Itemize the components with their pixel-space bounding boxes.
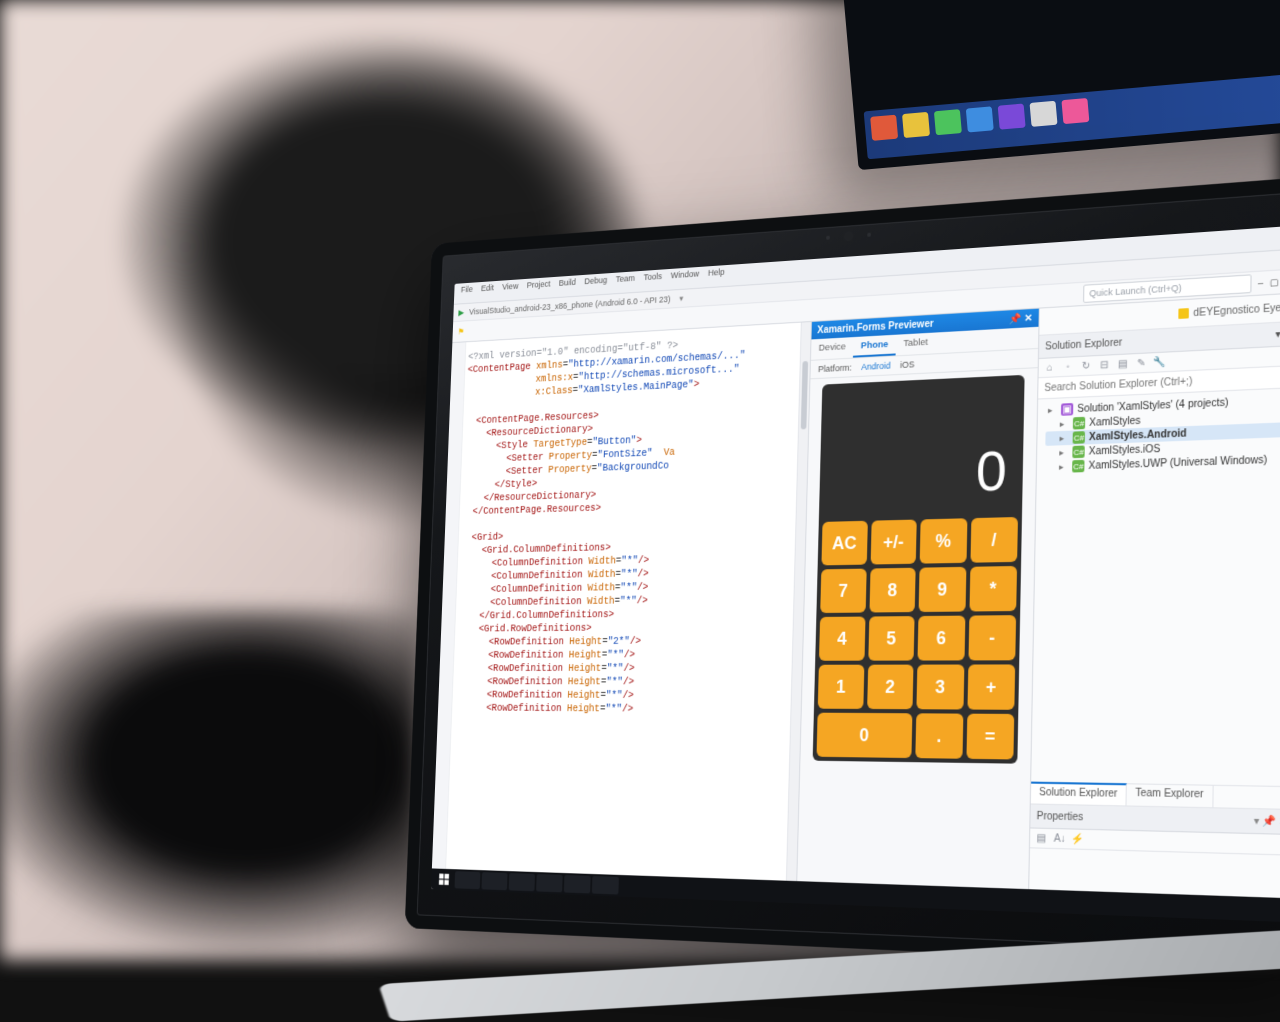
taskbar-app[interactable]: [455, 871, 481, 889]
menu-build[interactable]: Build: [558, 277, 576, 295]
solution-tree[interactable]: ▸▣ Solution 'XamlStyles' (4 projects) ▸C…: [1031, 388, 1280, 786]
key-multiply[interactable]: *: [969, 566, 1017, 612]
taskbar-app[interactable]: [536, 874, 563, 892]
pin-icon[interactable]: ▾ 📌 ✕: [1254, 815, 1280, 828]
tab-solution-explorer[interactable]: Solution Explorer: [1031, 782, 1127, 806]
laptop-screen: File Edit View Project Build Debug Team …: [431, 225, 1280, 922]
taskbar-app[interactable]: [564, 875, 591, 893]
menu-file[interactable]: File: [460, 284, 473, 301]
forms-previewer: Xamarin.Forms Previewer 📌 ✕ Device Phone…: [797, 309, 1040, 899]
tab-device[interactable]: Device: [811, 337, 854, 360]
taskbar-app[interactable]: [481, 872, 507, 890]
menu-window[interactable]: Window: [670, 269, 699, 288]
taskbar-app[interactable]: [509, 873, 535, 891]
window-maximize-icon[interactable]: ▢: [1270, 276, 1279, 288]
tab-team-explorer[interactable]: Team Explorer: [1127, 784, 1214, 807]
play-icon[interactable]: ▶: [458, 307, 464, 317]
key-3[interactable]: 3: [916, 665, 964, 710]
account-name: dEYEgnostico Eyeur: [1193, 302, 1280, 319]
key-7[interactable]: 7: [820, 569, 866, 613]
xaml-source[interactable]: <?xml version="1.0" encoding="utf-8" ?> …: [454, 332, 801, 717]
calc-keypad: AC +/- % / 7 8 9 * 4 5 6: [813, 513, 1022, 764]
pin-icon[interactable]: 📌 ✕: [1009, 313, 1033, 325]
menu-view[interactable]: View: [502, 281, 519, 299]
key-2[interactable]: 2: [867, 665, 914, 710]
wrench-icon[interactable]: 🔧: [1153, 355, 1168, 370]
menu-edit[interactable]: Edit: [481, 283, 494, 300]
menu-help[interactable]: Help: [708, 267, 725, 285]
properties-panel: Properties ▾ 📌 ✕ ▤ A↓ ⚡: [1029, 803, 1280, 908]
menu-team[interactable]: Team: [615, 273, 635, 291]
collapse-icon[interactable]: ⊟: [1097, 357, 1112, 372]
home-icon[interactable]: ⌂: [1043, 360, 1057, 375]
showall-icon[interactable]: ▤: [1116, 356, 1131, 371]
notification-flag-icon[interactable]: ⚑: [457, 326, 464, 336]
properties-icon[interactable]: ✎: [1134, 356, 1149, 371]
key-ac[interactable]: AC: [821, 521, 867, 566]
menu-debug[interactable]: Debug: [584, 275, 607, 293]
calculator-preview: 0 AC +/- % / 7 8 9 * 4 5: [813, 375, 1025, 764]
key-9[interactable]: 9: [919, 567, 966, 612]
key-minus[interactable]: -: [968, 615, 1016, 660]
categorize-icon[interactable]: ▤: [1034, 831, 1049, 846]
key-equals[interactable]: =: [966, 714, 1014, 760]
alpha-sort-icon[interactable]: A↓: [1052, 831, 1067, 846]
side-panel: dEYEgnostico Eyeur Solution Explorer ▾ ✕…: [1029, 293, 1280, 908]
events-icon[interactable]: ⚡: [1071, 832, 1086, 847]
code-editor[interactable]: <?xml version="1.0" encoding="utf-8" ?> …: [432, 322, 812, 890]
window-minimize-icon[interactable]: –: [1258, 278, 1263, 289]
key-4[interactable]: 4: [819, 617, 865, 661]
refresh-icon[interactable]: ↻: [1079, 358, 1093, 373]
laptop: File Edit View Project Build Debug Team …: [405, 175, 1280, 970]
key-percent[interactable]: %: [920, 518, 967, 563]
start-button[interactable]: [434, 869, 453, 891]
key-6[interactable]: 6: [917, 616, 964, 661]
taskbar-app[interactable]: [592, 876, 619, 895]
key-1[interactable]: 1: [818, 665, 864, 709]
back-icon[interactable]: ◦: [1061, 359, 1075, 374]
panel-dropdown-icon[interactable]: ▾ ✕: [1275, 328, 1280, 340]
notification-flag-icon[interactable]: [1179, 308, 1190, 319]
key-plus[interactable]: +: [967, 664, 1015, 709]
key-divide[interactable]: /: [970, 517, 1018, 563]
